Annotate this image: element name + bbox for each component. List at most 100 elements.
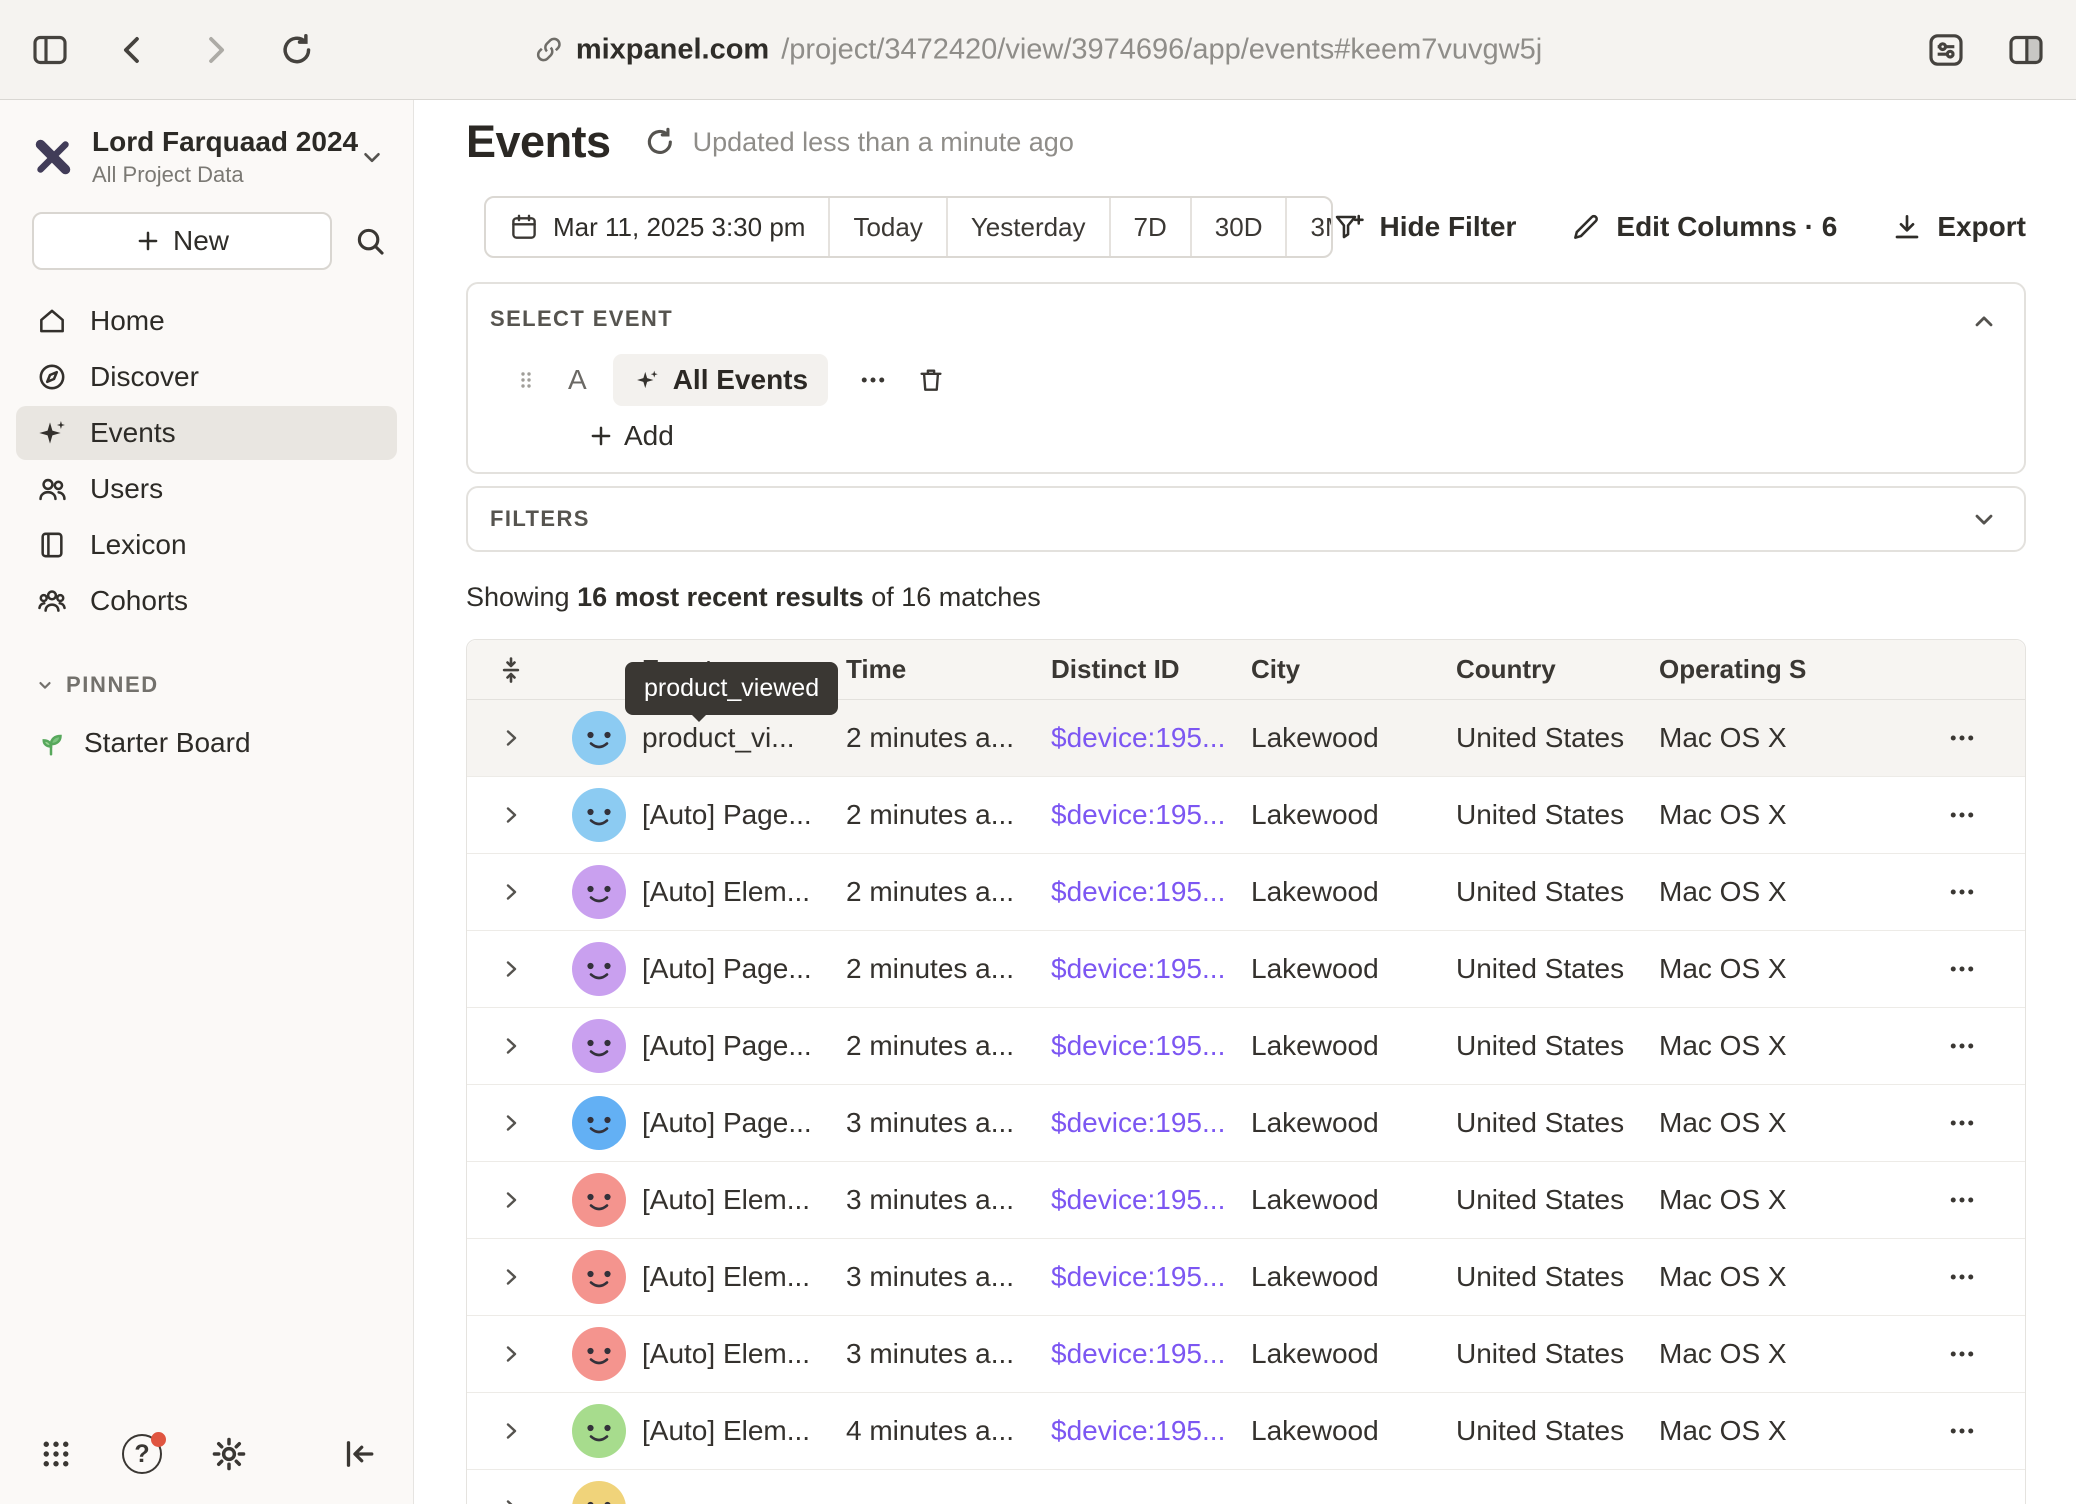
distinct-id-link[interactable]: $device:195...	[1051, 876, 1225, 908]
row-expand-chevron-icon[interactable]	[499, 803, 523, 827]
event-options-icon[interactable]	[858, 365, 888, 395]
all-events-chip[interactable]: All Events	[613, 354, 828, 406]
row-expand-chevron-icon[interactable]	[499, 957, 523, 981]
new-button[interactable]: New	[32, 212, 332, 270]
row-expand-chevron-icon[interactable]	[499, 1034, 523, 1058]
row-actions-icon[interactable]	[1947, 1031, 1977, 1061]
event-row-letter: A	[568, 364, 587, 396]
row-actions-icon[interactable]	[1947, 1493, 1977, 1504]
row-actions-icon[interactable]	[1947, 954, 1977, 984]
row-expand-chevron-icon[interactable]	[499, 1419, 523, 1443]
range-3m-button[interactable]: 3M	[1285, 198, 1333, 256]
row-expand-chevron-icon[interactable]	[499, 726, 523, 750]
trash-icon[interactable]	[916, 365, 946, 395]
help-icon[interactable]: ?	[122, 1434, 162, 1474]
range-yesterday-button[interactable]: Yesterday	[946, 198, 1109, 256]
all-events-label: All Events	[673, 364, 808, 396]
split-view-icon[interactable]	[2006, 30, 2046, 70]
gear-icon[interactable]	[210, 1435, 248, 1473]
table-row[interactable]	[467, 1470, 2025, 1504]
row-expand-chevron-icon[interactable]	[499, 1265, 523, 1289]
table-row[interactable]: [Auto] Page... 2 minutes a... $device:19…	[467, 1008, 2025, 1085]
table-row[interactable]: [Auto] Page... 2 minutes a... $device:19…	[467, 931, 2025, 1008]
chevron-down-icon[interactable]	[1970, 505, 1998, 533]
filters-card[interactable]: FILTERS	[466, 486, 2026, 552]
event-avatar-icon	[571, 941, 627, 997]
os-cell: Mac OS X	[1659, 1415, 1887, 1447]
event-avatar-icon	[571, 1326, 627, 1382]
distinct-id-link[interactable]: $device:195...	[1051, 953, 1225, 985]
distinct-id-link[interactable]: $device:195...	[1051, 1261, 1225, 1293]
browser-back-icon[interactable]	[114, 31, 152, 69]
city-cell: Lakewood	[1251, 876, 1456, 908]
range-30d-button[interactable]: 30D	[1190, 198, 1286, 256]
distinct-id-link[interactable]: $device:195...	[1051, 722, 1225, 754]
time-cell: 3 minutes a...	[846, 1107, 1051, 1139]
table-row[interactable]: [Auto] Elem... 3 minutes a... $device:19…	[467, 1162, 2025, 1239]
browser-reload-icon[interactable]	[278, 31, 316, 69]
address-bar[interactable]: mixpanel.com/project/3472420/view/397469…	[534, 33, 1542, 66]
row-actions-icon[interactable]	[1947, 723, 1977, 753]
table-row[interactable]: [Auto] Page... 2 minutes a... $device:19…	[467, 777, 2025, 854]
table-row[interactable]: [Auto] Elem... 3 minutes a... $device:19…	[467, 1316, 2025, 1393]
workspace-switcher[interactable]: Lord Farquaad 2024 All Project Data	[0, 100, 413, 208]
pinned-section-header[interactable]: PINNED	[0, 672, 413, 698]
header-time[interactable]: Time	[846, 654, 1051, 685]
row-expand-chevron-icon[interactable]	[499, 1111, 523, 1135]
row-expand-chevron-icon[interactable]	[499, 1342, 523, 1366]
refresh-icon[interactable]	[643, 125, 677, 159]
distinct-id-link[interactable]: $device:195...	[1051, 1184, 1225, 1216]
pinned-item-starter-board[interactable]: Starter Board	[16, 716, 397, 770]
date-picker-button[interactable]: Mar 11, 2025 3:30 pm	[486, 198, 828, 256]
main-content: Events Updated less than a minute ago Ma…	[414, 100, 2076, 1504]
distinct-id-link[interactable]: $device:195...	[1051, 799, 1225, 831]
row-expand-chevron-icon[interactable]	[499, 880, 523, 904]
row-expand-chevron-icon[interactable]	[499, 1496, 523, 1504]
drag-handle-icon[interactable]	[514, 368, 538, 392]
header-distinct-id[interactable]: Distinct ID	[1051, 654, 1251, 685]
row-actions-icon[interactable]	[1947, 1262, 1977, 1292]
search-button[interactable]	[352, 213, 387, 269]
sidebar-item-discover[interactable]: Discover	[16, 350, 397, 404]
hide-filter-label: Hide Filter	[1379, 211, 1516, 243]
row-actions-icon[interactable]	[1947, 1185, 1977, 1215]
row-actions-icon[interactable]	[1947, 1339, 1977, 1369]
sidebar-item-lexicon[interactable]: Lexicon	[16, 518, 397, 572]
range-7d-button[interactable]: 7D	[1109, 198, 1190, 256]
range-today-button[interactable]: Today	[828, 198, 945, 256]
distinct-id-link[interactable]: $device:195...	[1051, 1030, 1225, 1062]
os-cell: Mac OS X	[1659, 1338, 1887, 1370]
header-city[interactable]: City	[1251, 654, 1456, 685]
row-expand-chevron-icon[interactable]	[499, 1188, 523, 1212]
hide-filter-button[interactable]: Hide Filter	[1333, 211, 1516, 243]
add-event-button[interactable]: Add	[588, 420, 674, 452]
apps-grid-icon[interactable]	[38, 1436, 74, 1472]
sidebar-nav: Home Discover Events Users Lexicon Cohor…	[0, 284, 413, 628]
table-row[interactable]: [Auto] Page... 3 minutes a... $device:19…	[467, 1085, 2025, 1162]
header-country[interactable]: Country	[1456, 654, 1659, 685]
chevron-up-icon[interactable]	[1970, 308, 1998, 336]
sidebar-item-cohorts[interactable]: Cohorts	[16, 574, 397, 628]
calendar-icon	[509, 212, 539, 242]
sidebar-item-events[interactable]: Events	[16, 406, 397, 460]
collapse-sidebar-icon[interactable]	[341, 1436, 377, 1472]
row-actions-icon[interactable]	[1947, 1416, 1977, 1446]
row-actions-icon[interactable]	[1947, 877, 1977, 907]
distinct-id-link[interactable]: $device:195...	[1051, 1338, 1225, 1370]
sidebar-item-home[interactable]: Home	[16, 294, 397, 348]
header-os[interactable]: Operating S	[1659, 654, 1887, 685]
edit-columns-button[interactable]: Edit Columns · 6	[1570, 211, 1837, 243]
table-row[interactable]: [Auto] Elem... 3 minutes a... $device:19…	[467, 1239, 2025, 1316]
row-actions-icon[interactable]	[1947, 1108, 1977, 1138]
row-actions-icon[interactable]	[1947, 800, 1977, 830]
table-row[interactable]: [Auto] Elem... 4 minutes a... $device:19…	[467, 1393, 2025, 1470]
export-button[interactable]: Export	[1891, 211, 2026, 243]
table-row[interactable]: [Auto] Elem... 2 minutes a... $device:19…	[467, 854, 2025, 931]
browser-sidebar-toggle-icon[interactable]	[30, 30, 70, 70]
distinct-id-link[interactable]: $device:195...	[1051, 1107, 1225, 1139]
page-settings-icon[interactable]	[1926, 30, 1966, 70]
browser-forward-icon[interactable]	[196, 31, 234, 69]
collapse-rows-icon[interactable]	[496, 655, 526, 685]
distinct-id-link[interactable]: $device:195...	[1051, 1415, 1225, 1447]
sidebar-item-users[interactable]: Users	[16, 462, 397, 516]
